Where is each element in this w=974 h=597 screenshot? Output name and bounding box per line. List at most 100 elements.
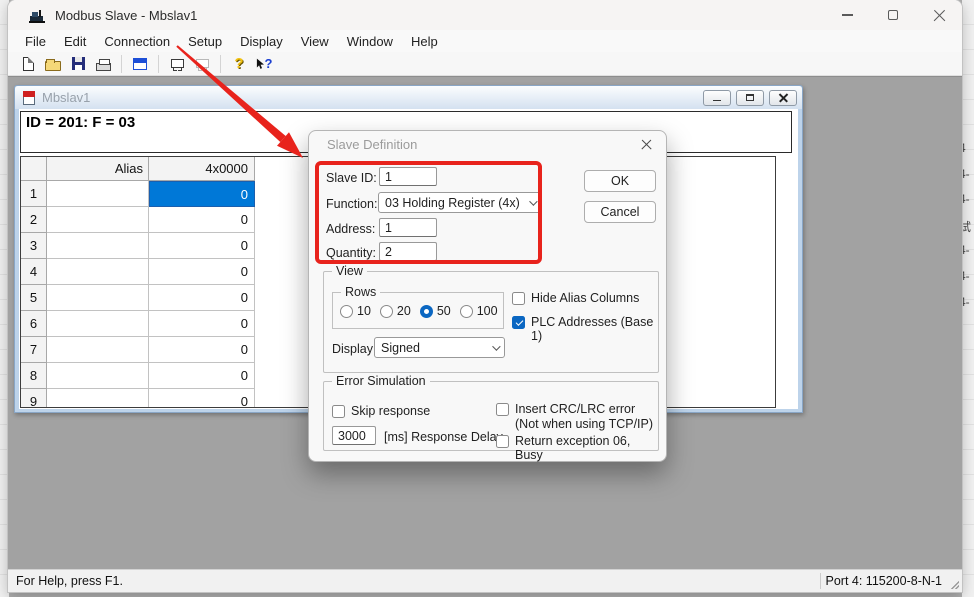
value-cell[interactable]: 0 — [149, 285, 255, 311]
row-number-cell[interactable]: 2 — [21, 207, 47, 233]
save-button[interactable] — [68, 54, 88, 74]
crc-error-text: Insert CRC/LRC error (Not when using TCP… — [515, 402, 653, 431]
background-text-fragment: 4- — [962, 295, 974, 321]
print-button[interactable] — [93, 54, 113, 74]
comm-traffic-button[interactable] — [167, 54, 187, 74]
row-number-cell[interactable]: 7 — [21, 337, 47, 363]
menu-item[interactable]: Display — [231, 32, 292, 51]
row-number-cell[interactable]: 5 — [21, 285, 47, 311]
value-cell[interactable]: 0 — [149, 389, 255, 408]
child-restore-button[interactable] — [736, 90, 764, 106]
chevron-down-icon — [529, 197, 537, 205]
background-text-fragment: 4- — [962, 243, 974, 269]
rows-radio-option[interactable]: 10 — [340, 304, 371, 318]
register-column-header[interactable]: 4x0000 — [149, 157, 255, 181]
maximize-button[interactable] — [870, 0, 916, 30]
radio-icon — [340, 305, 353, 318]
alias-cell[interactable] — [47, 363, 149, 389]
cancel-button[interactable]: Cancel — [584, 201, 656, 223]
rows-radio-option[interactable]: 100 — [460, 304, 498, 318]
close-button[interactable] — [916, 0, 962, 30]
menu-item[interactable]: Connection — [95, 32, 179, 51]
alias-cell[interactable] — [47, 389, 149, 408]
menu-item[interactable]: Help — [402, 32, 447, 51]
row-number-cell[interactable]: 1 — [21, 181, 47, 207]
alias-cell[interactable] — [47, 259, 149, 285]
new-file-button[interactable] — [18, 54, 38, 74]
skip-response-checkbox[interactable]: Skip response — [332, 404, 430, 418]
app-icon — [29, 8, 46, 23]
function-dropdown[interactable]: 03 Holding Register (4x) — [378, 192, 542, 213]
open-file-button[interactable] — [43, 54, 63, 74]
busy-exception-checkbox[interactable]: Return exception 06, Busy — [496, 434, 658, 462]
value-cell[interactable]: 0 — [149, 207, 255, 233]
response-delay-input[interactable]: 3000 — [332, 426, 376, 445]
value-cell[interactable]: 0 — [149, 337, 255, 363]
view-group-label: View — [332, 264, 367, 278]
menu-bar: FileEditConnectionSetupDisplayViewWindow… — [8, 30, 962, 52]
alias-cell[interactable] — [47, 285, 149, 311]
background-text-fragment: 4- — [962, 167, 974, 193]
title-bar: Modbus Slave - Mbslav1 — [8, 0, 962, 30]
value-cell[interactable]: 0 — [149, 233, 255, 259]
alias-cell[interactable] — [47, 181, 149, 207]
context-help-button[interactable] — [254, 54, 274, 74]
comm-log-button[interactable] — [192, 54, 212, 74]
rows-radio-option[interactable]: 50 — [420, 304, 451, 318]
hide-alias-label: Hide Alias Columns — [531, 291, 639, 305]
row-number-cell[interactable]: 8 — [21, 363, 47, 389]
checkbox-icon — [512, 316, 525, 329]
menu-item[interactable]: Edit — [55, 32, 95, 51]
child-minimize-button[interactable] — [703, 90, 731, 106]
menu-item[interactable]: Window — [338, 32, 402, 51]
hide-alias-checkbox[interactable]: Hide Alias Columns — [512, 291, 639, 305]
status-divider — [820, 573, 821, 589]
alias-cell[interactable] — [47, 207, 149, 233]
checkbox-icon — [496, 435, 509, 448]
row-number-cell[interactable]: 9 — [21, 389, 47, 408]
quantity-label: Quantity: — [326, 246, 376, 260]
menu-item[interactable]: Setup — [179, 32, 231, 51]
alias-column-header[interactable]: Alias — [47, 157, 149, 181]
slave-id-input[interactable]: 1 — [379, 167, 437, 186]
alias-cell[interactable] — [47, 337, 149, 363]
background-text-fragment: 试 — [962, 218, 974, 244]
display-selected-value: Signed — [381, 341, 420, 355]
toolbar-separator — [158, 55, 159, 73]
window-controls — [824, 0, 962, 30]
mbslav1-title: Mbslav1 — [42, 90, 90, 105]
resize-grip[interactable] — [951, 581, 959, 589]
alias-cell[interactable] — [47, 233, 149, 259]
radio-label: 20 — [397, 304, 411, 318]
row-number-cell[interactable]: 3 — [21, 233, 47, 259]
rows-radio-option[interactable]: 20 — [380, 304, 411, 318]
minimize-icon — [842, 14, 853, 16]
row-number-cell[interactable]: 6 — [21, 311, 47, 337]
slave-id-label: Slave ID: — [326, 171, 377, 185]
dialog-close-button[interactable] — [637, 135, 657, 155]
display-label: Display: — [332, 342, 376, 356]
help-button[interactable] — [229, 54, 249, 74]
value-cell[interactable]: 0 — [149, 311, 255, 337]
plc-addresses-label: PLC Addresses (Base 1) — [531, 315, 658, 343]
menu-item[interactable]: File — [16, 32, 55, 51]
crc-error-checkbox[interactable]: Insert CRC/LRC error (Not when using TCP… — [496, 402, 653, 431]
address-input[interactable]: 1 — [379, 218, 437, 237]
minimize-button[interactable] — [824, 0, 870, 30]
display-dropdown[interactable]: Signed — [374, 337, 505, 358]
error-simulation-label: Error Simulation — [332, 374, 430, 388]
child-close-button[interactable] — [769, 90, 797, 106]
rows-group: Rows 10 20 50 10 — [332, 292, 504, 329]
plc-addresses-checkbox[interactable]: PLC Addresses (Base 1) — [512, 315, 658, 343]
value-cell[interactable]: 0 — [149, 181, 255, 207]
alias-cell[interactable] — [47, 311, 149, 337]
display-setup-button[interactable] — [130, 54, 150, 74]
quantity-input[interactable]: 2 — [379, 242, 437, 261]
value-cell[interactable]: 0 — [149, 259, 255, 285]
row-number-cell[interactable]: 4 — [21, 259, 47, 285]
value-cell[interactable]: 0 — [149, 363, 255, 389]
radio-icon — [460, 305, 473, 318]
ok-button[interactable]: OK — [584, 170, 656, 192]
menu-item[interactable]: View — [292, 32, 338, 51]
background-cell-fragments: 44-4-试4-4-4- — [962, 141, 974, 320]
